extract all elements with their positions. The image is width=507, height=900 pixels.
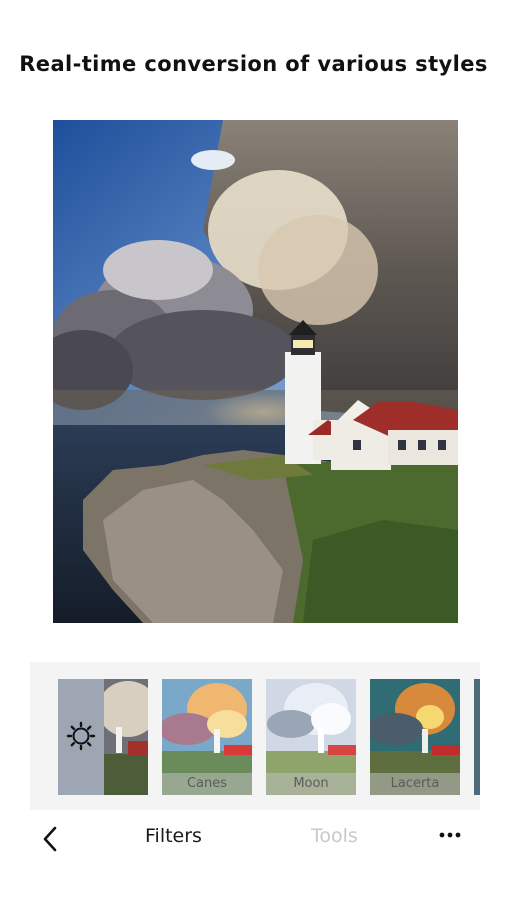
tab-filters[interactable]: Filters (145, 825, 202, 847)
bottom-bar: Filters Tools (0, 808, 507, 868)
filter-thumb-canes[interactable]: Canes (162, 679, 252, 795)
filter-label: Canes (162, 773, 252, 795)
ellipsis-icon[interactable] (437, 825, 463, 845)
brightness-icon (66, 721, 96, 751)
tab-tools[interactable]: Tools (311, 825, 358, 847)
filter-thumb-moon[interactable]: Moon (266, 679, 356, 795)
filter-thumb-lacerta[interactable]: Lacerta (370, 679, 460, 795)
chevron-left-icon[interactable] (38, 824, 64, 854)
filter-label: Lacerta (370, 773, 460, 795)
filter-thumb-partial[interactable] (474, 679, 480, 795)
filter-strip: Canes Moon Lacerta (30, 662, 480, 810)
main-photo[interactable] (53, 120, 458, 623)
lighthouse-scene-image (53, 120, 458, 623)
headline: Real-time conversion of various styles (19, 52, 488, 76)
filter-label: Moon (266, 773, 356, 795)
filter-thumb-adjust[interactable] (58, 679, 148, 795)
